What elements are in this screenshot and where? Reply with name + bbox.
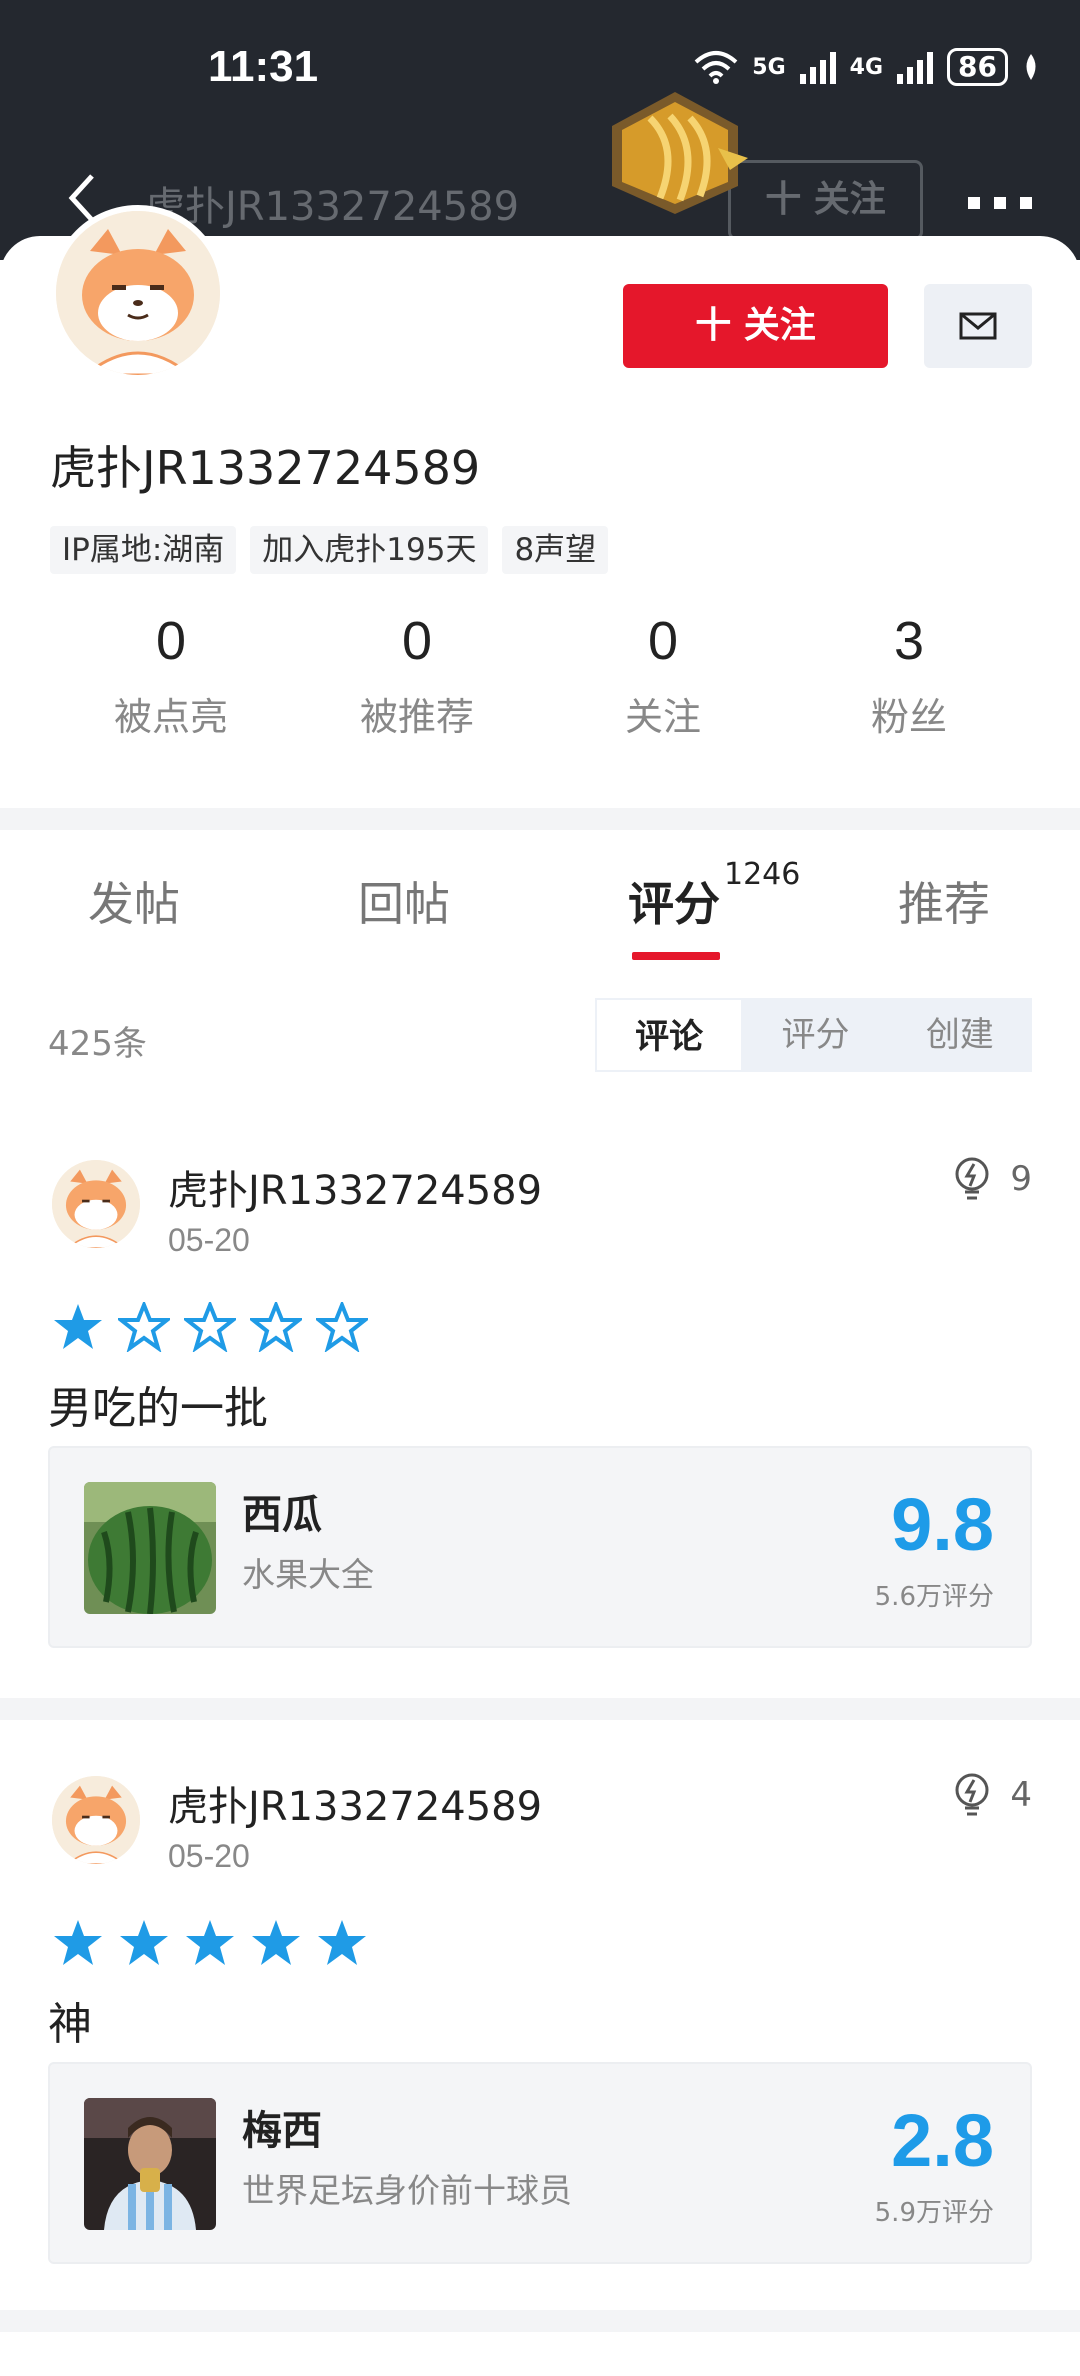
tab-ratings[interactable]: 评分1246: [628, 857, 800, 934]
item-score: 2.8: [891, 2099, 994, 2182]
segment-comments[interactable]: 评论: [595, 998, 744, 1072]
result-count: 425条: [48, 1024, 147, 1064]
stat-following-value: 0: [647, 611, 679, 671]
stat-recommended-label: 被推荐: [359, 695, 474, 739]
follow-button[interactable]: 十 关注: [623, 284, 888, 368]
mail-icon: [959, 312, 997, 340]
stat-lit-value: 0: [155, 611, 187, 671]
stat-following[interactable]: 0 关注: [540, 610, 786, 741]
rated-item-card[interactable]: 梅西 世界足坛身价前十球员 2.8 5.9万评分: [48, 2062, 1032, 2264]
item-thumbnail: [84, 2098, 216, 2230]
review-author[interactable]: 虎扑JR1332724589: [168, 1158, 542, 1216]
tab-recommend[interactable]: 推荐: [898, 868, 990, 934]
content-tabs: 发帖 回帖 评分1246 推荐: [0, 857, 1080, 968]
filter-segmented-control: 评论 评分 创建: [595, 998, 1032, 1072]
stat-lit-label: 被点亮: [113, 695, 228, 739]
stat-recommended[interactable]: 0 被推荐: [294, 610, 540, 741]
item-rating-count: 5.9万评分: [874, 2198, 994, 2228]
item-score: 9.8: [891, 1483, 994, 1566]
network-4g-label: 4G: [849, 54, 884, 80]
star-empty-icon: [118, 1302, 170, 1352]
segment-ratings[interactable]: 评分: [743, 998, 887, 1072]
light-up-button[interactable]: 4: [952, 1772, 1032, 1818]
user-avatar[interactable]: [50, 205, 226, 381]
star-filled-icon: [318, 1920, 366, 1965]
light-up-button[interactable]: 9: [952, 1156, 1032, 1202]
item-title: 西瓜: [242, 1492, 322, 1538]
status-icons: 5G 4G 86: [694, 48, 1040, 86]
leaf-icon: [1026, 54, 1036, 80]
profile-username: 虎扑JR1332724589: [50, 441, 481, 495]
rated-item-card[interactable]: 西瓜 水果大全 9.8 5.6万评分: [48, 1446, 1032, 1648]
item-category: 世界足坛身价前十球员: [242, 2171, 572, 2210]
section-divider: [0, 2310, 1080, 2332]
review-item[interactable]: 虎扑JR1332724589 05-20 4 神 梅西 世界足坛身价前十球员 2…: [0, 1726, 1080, 2326]
stat-fans-label: 粉丝: [870, 695, 947, 739]
signal-bars-icon: [799, 50, 836, 84]
fox-avatar-icon: [52, 1776, 140, 1864]
active-tab-indicator: [632, 952, 720, 960]
star-filled-icon: [54, 1920, 102, 1965]
more-options-icon[interactable]: [968, 168, 1034, 224]
reputation-tag: 8声望: [502, 526, 609, 574]
light-up-count: 9: [1010, 1159, 1032, 1199]
review-text: 神: [48, 1999, 92, 2050]
star-rating: [52, 1302, 368, 1352]
star-filled-icon: [186, 1920, 234, 1965]
item-thumbnail: [84, 1482, 216, 1614]
fox-avatar-icon: [52, 1160, 140, 1248]
signal-bars-icon-2: [897, 50, 934, 84]
nav-title: 虎扑JR1332724589: [145, 184, 520, 230]
review-item[interactable]: 虎扑JR1332724589 05-20 9 男吃的一批 西瓜 水果大全 9.8…: [0, 1110, 1080, 1690]
segment-created[interactable]: 创建: [888, 998, 1032, 1072]
status-time: 11:31: [208, 42, 319, 91]
item-rating-count: 5.6万评分: [874, 1582, 994, 1612]
status-bar: 11:31 5G 4G 86: [0, 0, 1080, 140]
achievement-badge-icon[interactable]: [600, 88, 750, 218]
fox-avatar-icon: [56, 211, 220, 375]
tab-ratings-label: 评分: [628, 877, 720, 931]
stat-following-label: 关注: [624, 695, 701, 739]
light-up-count: 4: [1010, 1775, 1032, 1815]
star-rating: [52, 1918, 368, 1968]
star-empty-icon: [316, 1302, 368, 1352]
review-avatar[interactable]: [52, 1160, 140, 1248]
item-title: 梅西: [242, 2108, 322, 2154]
stat-lit[interactable]: 0 被点亮: [48, 610, 294, 741]
join-days-tag: 加入虎扑195天: [250, 526, 489, 574]
tab-ratings-count: 1246: [724, 856, 801, 892]
message-button[interactable]: [924, 284, 1032, 368]
star-filled-icon: [54, 1304, 102, 1349]
review-author[interactable]: 虎扑JR1332724589: [168, 1774, 542, 1832]
review-date: 05-20: [168, 1838, 250, 1874]
watermelon-image: [84, 1482, 216, 1614]
network-5g-label: 5G: [752, 54, 786, 80]
player-photo-image: [84, 2098, 216, 2230]
item-category: 水果大全: [242, 1555, 374, 1594]
review-text: 男吃的一批: [48, 1383, 268, 1434]
review-date: 05-20: [168, 1222, 250, 1258]
tab-replies[interactable]: 回帖: [358, 868, 450, 934]
section-divider: [0, 1698, 1080, 1720]
profile-tags: IP属地:湖南 加入虎扑195天 8声望: [50, 526, 609, 574]
stat-fans[interactable]: 3 粉丝: [786, 610, 1032, 741]
stat-recommended-value: 0: [401, 611, 433, 671]
stat-fans-value: 3: [893, 611, 925, 671]
lightbulb-icon: [955, 1773, 989, 1816]
lightbulb-icon: [955, 1157, 989, 1200]
star-filled-icon: [252, 1920, 300, 1965]
wifi-icon: [694, 51, 738, 84]
review-avatar[interactable]: [52, 1776, 140, 1864]
tab-posts[interactable]: 发帖: [88, 868, 180, 934]
nav-follow-button[interactable]: 十 关注: [728, 160, 923, 240]
section-divider: [0, 808, 1080, 830]
battery-level: 86: [947, 48, 1008, 86]
star-empty-icon: [184, 1302, 236, 1352]
star-empty-icon: [250, 1302, 302, 1352]
star-filled-icon: [120, 1920, 168, 1965]
ip-location-tag: IP属地:湖南: [50, 526, 237, 574]
profile-stats: 0 被点亮 0 被推荐 0 关注 3 粉丝: [0, 610, 1080, 741]
